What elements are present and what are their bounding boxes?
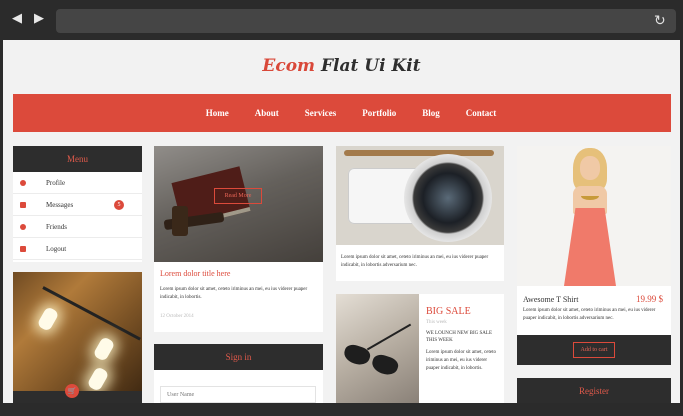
product-name[interactable]: Awesome T Shirt <box>523 295 578 304</box>
lamp-bulb-graphic <box>86 365 110 393</box>
menu-item-messages[interactable]: Messages 5 <box>13 194 142 216</box>
add-to-cart-button[interactable]: Add to cart <box>573 342 615 358</box>
nav-blog[interactable]: Blog <box>422 108 440 118</box>
sunglasses-lens-graphic <box>369 352 401 378</box>
sunglasses-image <box>336 294 419 403</box>
blog-card: Read More Lorem dolor title here Lorem i… <box>154 146 323 332</box>
camera-lens-graphic <box>404 154 492 242</box>
lamp-bulb-graphic <box>92 335 116 363</box>
model-necklace-graphic <box>581 192 599 200</box>
menu-title: Menu <box>13 146 142 172</box>
friends-icon <box>20 224 26 230</box>
back-arrow-icon[interactable]: ◀ <box>10 12 24 26</box>
sunglasses-arm-graphic <box>366 323 412 351</box>
menu-item-profile[interactable]: Profile <box>13 172 142 194</box>
signin-title: Sign in <box>154 344 323 370</box>
messages-count-badge: 5 <box>114 200 124 210</box>
main-navigation: Home About Services Portfolio Blog Conta… <box>13 94 671 132</box>
register-panel-title[interactable]: Register <box>517 378 671 403</box>
sale-promo-text: WE LOUNCH NEW BIG SALE THIS WEEK <box>426 331 493 343</box>
product-card-footer: Add to cart <box>517 335 671 365</box>
sale-description: Lorem ipsum dolor sit amet, ceteto irimi… <box>426 350 496 371</box>
camera-image <box>336 146 504 245</box>
site-logo[interactable]: Ecom Flat Ui Kit <box>3 56 680 76</box>
lamp-product-card: 🛒 <box>13 272 142 403</box>
blog-title[interactable]: Lorem dolor title here <box>160 269 230 278</box>
blog-image: Read More <box>154 146 323 262</box>
signin-panel: Sign in <box>154 344 323 403</box>
browser-toolbar: ◀ ▶ ↻ <box>0 0 683 40</box>
logout-icon <box>20 246 26 252</box>
address-bar[interactable]: ↻ <box>56 9 676 33</box>
user-icon <box>20 180 26 186</box>
lamp-bulb-graphic <box>36 305 60 333</box>
browser-bottom-bar <box>0 403 683 416</box>
menu-item-logout[interactable]: Logout <box>13 238 142 260</box>
product-image <box>517 146 671 286</box>
logo-accent: Ecom <box>262 56 316 76</box>
sale-title: BIG SALE <box>426 306 471 317</box>
nav-portfolio[interactable]: Portfolio <box>362 108 396 118</box>
menu-item-label: Friends <box>46 223 67 231</box>
menu-item-label: Profile <box>46 179 66 187</box>
model-face-graphic <box>580 156 600 180</box>
nav-services[interactable]: Services <box>305 108 337 118</box>
page-viewport: Ecom Flat Ui Kit Home About Services Por… <box>3 40 680 403</box>
image-overlay <box>154 146 323 262</box>
forward-arrow-icon[interactable]: ▶ <box>32 12 46 26</box>
envelope-icon <box>20 202 26 208</box>
logo-text: Flat Ui Kit <box>320 56 421 76</box>
nav-about[interactable]: About <box>255 108 279 118</box>
model-dress-graphic <box>564 208 616 286</box>
camera-product-card: Lorem ipsum dolor sit amet, ceteto irimi… <box>336 146 504 281</box>
blog-date: 12 October 2014 <box>160 314 194 319</box>
tshirt-product-card: Awesome T Shirt 19.99 $ Lorem ipsum dolo… <box>517 146 671 365</box>
menu-item-label: Messages <box>46 201 74 209</box>
reload-icon[interactable]: ↻ <box>654 13 668 29</box>
cart-icon[interactable]: 🛒 <box>65 384 79 398</box>
sunglasses-lens-graphic <box>341 342 373 368</box>
camera-description: Lorem ipsum dolor sit amet, ceteto irimi… <box>341 255 489 268</box>
product-description: Lorem ipsum dolor sit amet, ceteto irimi… <box>523 308 656 321</box>
product-price: 19.99 $ <box>636 294 663 304</box>
read-more-button[interactable]: Read More <box>214 188 262 204</box>
blog-excerpt: Lorem ipsum dolor sit amet, ceteto irimi… <box>160 287 308 300</box>
nav-home[interactable]: Home <box>206 108 229 118</box>
username-field[interactable] <box>160 386 316 403</box>
camera-strap-graphic <box>344 150 494 156</box>
nav-contact[interactable]: Contact <box>466 108 497 118</box>
sale-subtitle: This week <box>426 320 447 325</box>
sidebar-menu: Menu Profile Messages 5 Friends Logout <box>13 146 142 262</box>
big-sale-card: BIG SALE This week WE LOUNCH NEW BIG SAL… <box>336 294 504 403</box>
menu-item-label: Logout <box>46 245 67 253</box>
menu-item-friends[interactable]: Friends <box>13 216 142 238</box>
